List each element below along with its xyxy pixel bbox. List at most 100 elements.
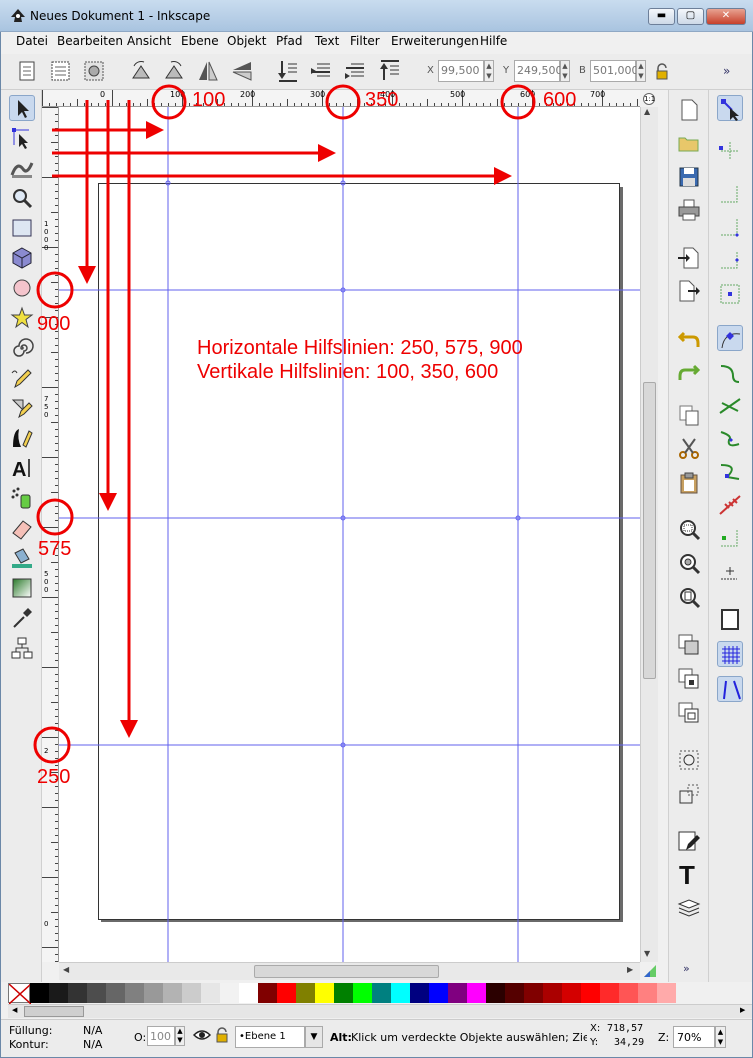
color-swatch[interactable] — [353, 983, 372, 1003]
y-spinner[interactable]: ▲ ▼ — [560, 60, 570, 82]
lock-icon[interactable] — [655, 63, 669, 81]
star-tool-icon[interactable] — [9, 305, 35, 331]
color-swatch[interactable] — [315, 983, 334, 1003]
menu-bearbeiten[interactable]: Bearbeiten — [57, 34, 123, 48]
vertical-scrollbar[interactable]: ▲ ▼ — [640, 107, 658, 962]
node-tool-icon[interactable] — [9, 125, 35, 151]
scroll-up-icon[interactable]: ▲ — [644, 107, 650, 116]
duplicate-icon[interactable] — [676, 632, 702, 658]
pencil-tool-icon[interactable] — [9, 365, 35, 391]
color-swatch[interactable] — [334, 983, 353, 1003]
undo-icon[interactable] — [676, 325, 702, 351]
layer-select[interactable]: •Ebene 1 — [235, 1026, 305, 1048]
snap-rotation-center-icon[interactable] — [717, 559, 743, 585]
raise-icon[interactable] — [308, 58, 334, 84]
menu-ansicht[interactable]: Ansicht — [127, 34, 171, 48]
snap-smooth-nodes-icon[interactable] — [717, 459, 743, 485]
select-all-icon[interactable] — [15, 58, 41, 84]
color-swatch[interactable] — [657, 983, 676, 1003]
color-swatch[interactable] — [163, 983, 182, 1003]
zoom-tool-icon[interactable] — [9, 185, 35, 211]
ellipse-tool-icon[interactable] — [9, 275, 35, 301]
snap-bbox-icon[interactable] — [717, 138, 743, 164]
color-swatch[interactable] — [448, 983, 467, 1003]
color-swatch[interactable] — [68, 983, 87, 1003]
zoom-corner-icon[interactable]: 1:1 — [643, 93, 655, 105]
rotate-ccw-icon[interactable] — [128, 58, 154, 84]
snap-enable-icon[interactable] — [717, 95, 743, 121]
calligraphy-tool-icon[interactable] — [9, 425, 35, 451]
color-swatch[interactable] — [296, 983, 315, 1003]
snap-cusp-nodes-icon[interactable] — [717, 426, 743, 452]
fill-stroke-icon[interactable] — [676, 828, 702, 854]
snap-guides-icon[interactable] — [717, 676, 743, 702]
vertical-ruler[interactable]: 1000 750 500 2 0 — [42, 107, 59, 962]
paste-icon[interactable] — [676, 470, 702, 496]
y-field[interactable]: 249,500 — [514, 60, 563, 82]
color-swatch[interactable] — [87, 983, 106, 1003]
drawing-canvas[interactable] — [59, 107, 640, 962]
menu-erweiterungen[interactable]: Erweiterungen — [391, 34, 479, 48]
snap-bbox-midpoint-icon[interactable] — [717, 248, 743, 274]
color-swatch[interactable] — [182, 983, 201, 1003]
selector-tool-icon[interactable] — [9, 95, 35, 121]
connector-tool-icon[interactable] — [9, 635, 35, 661]
menu-ebene[interactable]: Ebene — [181, 34, 219, 48]
color-swatch[interactable] — [543, 983, 562, 1003]
pen-tool-icon[interactable] — [9, 395, 35, 421]
snap-page-border-icon[interactable] — [717, 606, 743, 632]
group-icon[interactable] — [676, 747, 702, 773]
cut-icon[interactable] — [676, 436, 702, 462]
zoom-spinner[interactable]: ▲ ▼ — [715, 1026, 726, 1048]
menu-text[interactable]: Text — [315, 34, 339, 48]
export-icon[interactable] — [676, 278, 702, 304]
print-icon[interactable] — [676, 197, 702, 223]
color-swatch[interactable] — [391, 983, 410, 1003]
snap-bbox-edge-icon[interactable] — [717, 182, 743, 208]
eraser-tool-icon[interactable] — [9, 515, 35, 541]
snap-bbox-center-icon[interactable] — [717, 281, 743, 307]
snap-nodes-icon[interactable] — [717, 325, 743, 351]
x-spinner[interactable]: ▲ ▼ — [484, 60, 494, 82]
color-swatch[interactable] — [429, 983, 448, 1003]
minimize-button[interactable]: ▬ — [648, 8, 675, 25]
no-paint-swatch[interactable] — [8, 983, 32, 1005]
color-manage-icon[interactable] — [642, 963, 658, 979]
rotate-cw-icon[interactable] — [161, 58, 187, 84]
color-swatch[interactable] — [239, 983, 258, 1003]
color-swatch[interactable] — [277, 983, 296, 1003]
layer-dropdown-icon[interactable]: ▼ — [305, 1026, 323, 1048]
color-swatch[interactable] — [144, 983, 163, 1003]
tweak-tool-icon[interactable] — [9, 155, 35, 181]
paint-bucket-tool-icon[interactable] — [9, 545, 35, 571]
save-icon[interactable] — [676, 164, 702, 190]
w-field[interactable]: 501,000 — [590, 60, 639, 82]
select-all-layers-icon[interactable] — [48, 58, 74, 84]
dropper-tool-icon[interactable] — [9, 605, 35, 631]
text-tool-icon[interactable]: A — [9, 455, 35, 481]
visibility-eye-icon[interactable] — [193, 1028, 211, 1042]
flip-vertical-icon[interactable] — [229, 58, 255, 84]
more-commands-button[interactable]: » — [683, 962, 690, 975]
maximize-button[interactable]: ▢ — [677, 8, 704, 25]
lower-icon[interactable] — [342, 58, 368, 84]
opacity-field[interactable]: 100 — [147, 1026, 175, 1046]
zoom-field[interactable]: 70% — [673, 1026, 715, 1048]
snap-bbox-corner-icon[interactable] — [717, 215, 743, 241]
scroll-left-icon[interactable]: ◀ — [63, 965, 69, 974]
snap-line-midpoints-icon[interactable] — [717, 492, 743, 518]
color-swatch[interactable] — [106, 983, 125, 1003]
w-spinner[interactable]: ▲ ▼ — [636, 60, 646, 82]
scroll-right-icon[interactable]: ▶ — [627, 965, 633, 974]
deselect-icon[interactable] — [81, 58, 107, 84]
zoom-page-icon[interactable] — [676, 585, 702, 611]
unlink-clone-icon[interactable] — [676, 700, 702, 726]
flip-horizontal-icon[interactable] — [195, 58, 221, 84]
ungroup-icon[interactable] — [676, 781, 702, 807]
color-swatch[interactable] — [600, 983, 619, 1003]
spiral-tool-icon[interactable] — [9, 335, 35, 361]
color-swatch[interactable] — [486, 983, 505, 1003]
3d-box-tool-icon[interactable] — [9, 245, 35, 271]
rectangle-tool-icon[interactable] — [9, 215, 35, 241]
layer-lock-icon[interactable] — [216, 1027, 228, 1043]
